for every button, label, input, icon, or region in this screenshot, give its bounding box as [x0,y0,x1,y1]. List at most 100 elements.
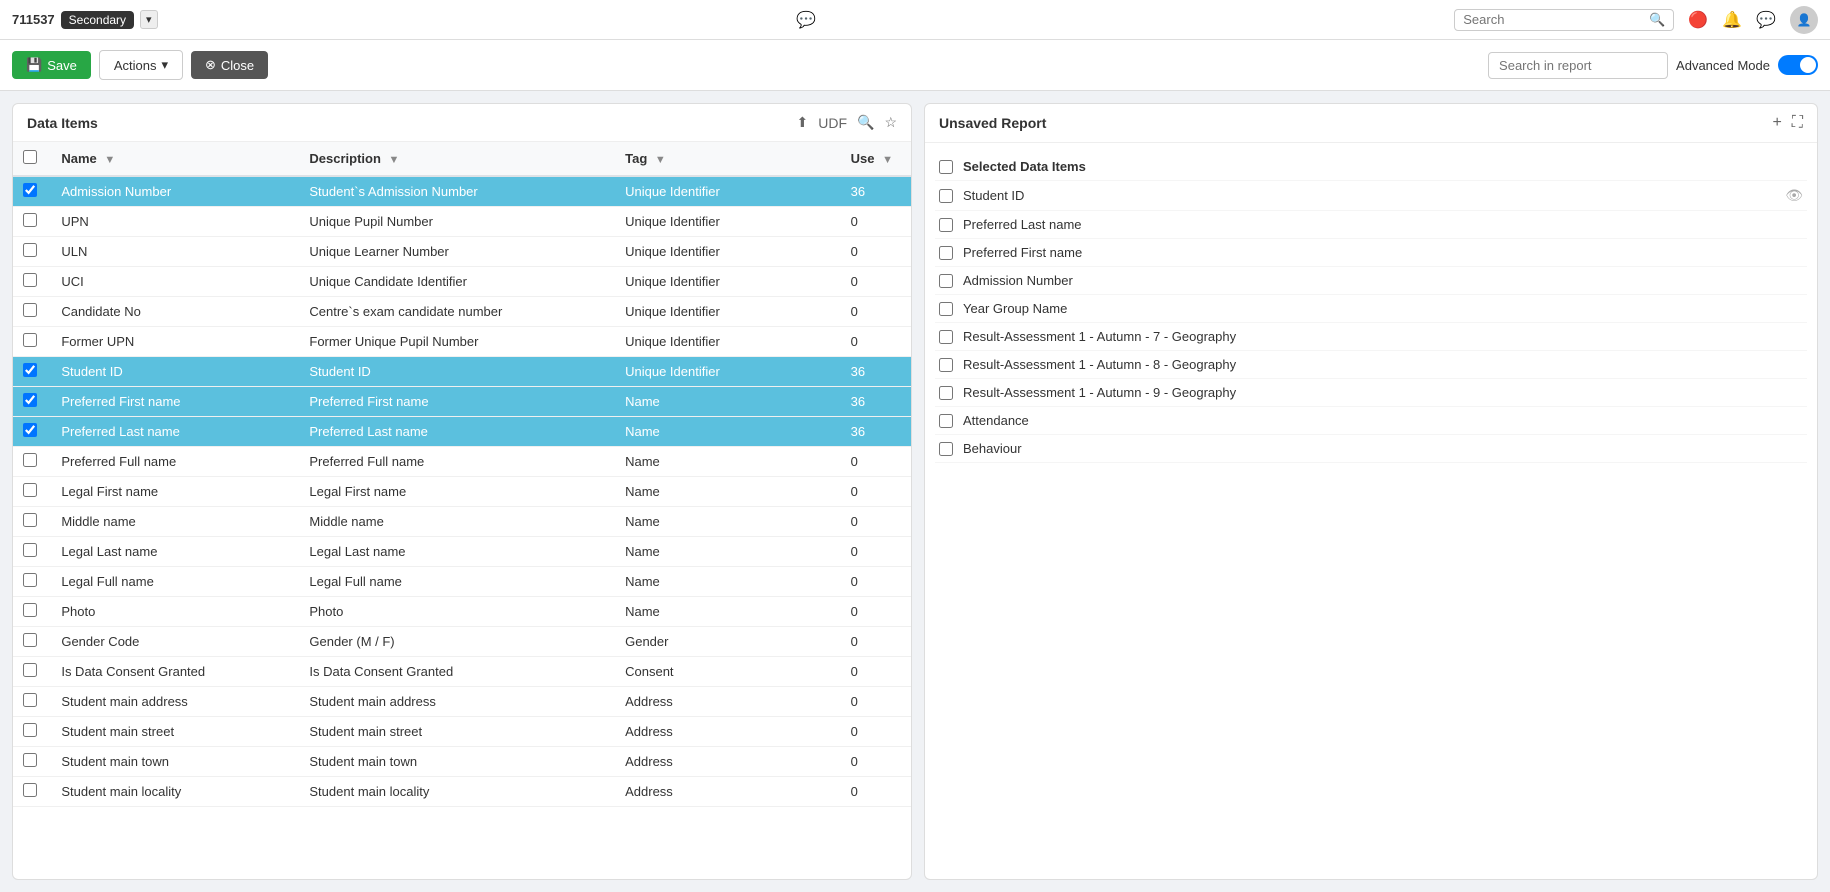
select-all-checkbox[interactable] [23,150,37,164]
row-checkbox[interactable] [23,303,37,317]
row-checkbox[interactable] [23,693,37,707]
tag-filter-icon[interactable]: ▼ [655,154,666,166]
table-cell: Preferred Last name [51,417,299,447]
global-search-input[interactable] [1463,12,1649,27]
row-checkbox[interactable] [23,573,37,587]
selected-item-checkbox[interactable] [939,358,953,372]
table-cell: Former UPN [51,327,299,357]
table-cell: 0 [841,777,911,807]
selected-item-label: Preferred Last name [963,217,1803,232]
row-checkbox[interactable] [23,513,37,527]
table-row: Gender CodeGender (M / F)Gender0 [13,627,911,657]
global-search-bar[interactable]: 🔍 [1454,9,1674,31]
table-cell: Legal Full name [51,567,299,597]
name-filter-icon[interactable]: ▼ [104,154,115,166]
row-checkbox[interactable] [23,453,37,467]
table-row: Student main addressStudent main address… [13,687,911,717]
actions-button[interactable]: Actions ▾ [99,50,183,80]
school-id: 711537 [12,12,55,27]
row-checkbox[interactable] [23,393,37,407]
table-cell: Preferred First name [51,387,299,417]
selected-item-checkbox[interactable] [939,246,953,260]
row-checkbox[interactable] [23,783,37,797]
selected-item-checkbox[interactable] [939,442,953,456]
table-cell: Unique Learner Number [299,237,615,267]
table-cell: 0 [841,267,911,297]
table-cell: Unique Identifier [615,357,841,387]
table-cell: Unique Identifier [615,237,841,267]
search-report-input[interactable] [1488,52,1668,79]
selected-item-checkbox[interactable] [939,414,953,428]
star-icon[interactable]: ☆ [884,114,897,131]
table-cell: Candidate No [51,297,299,327]
search-data-icon[interactable]: 🔍 [857,114,874,131]
table-cell: Student ID [51,357,299,387]
bell-icon[interactable]: 🔔 [1722,10,1742,30]
table-cell: 36 [841,357,911,387]
add-icon[interactable]: + [1772,114,1781,132]
table-cell: Unique Identifier [615,297,841,327]
table-row: Former UPNFormer Unique Pupil NumberUniq… [13,327,911,357]
table-row: PhotoPhotoName0 [13,597,911,627]
table-cell: UCI [51,267,299,297]
row-checkbox[interactable] [23,423,37,437]
selected-item-checkbox[interactable] [939,189,953,203]
selected-item-checkbox[interactable] [939,218,953,232]
table-row: Candidate NoCentre`s exam candidate numb… [13,297,911,327]
table-cell: UPN [51,207,299,237]
message-icon[interactable]: 💬 [796,10,816,30]
row-checkbox[interactable] [23,483,37,497]
save-button[interactable]: 💾 Save [12,51,91,79]
table-cell: Name [615,387,841,417]
share-icon[interactable]: ⬆ [796,114,808,131]
selected-item-checkbox[interactable] [939,274,953,288]
selected-item-checkbox[interactable] [939,386,953,400]
table-cell: Address [615,747,841,777]
table-cell: 0 [841,447,911,477]
col-header-description[interactable]: Description ▼ [299,142,615,176]
row-checkbox[interactable] [23,183,37,197]
selected-item-checkbox[interactable] [939,330,953,344]
row-checkbox[interactable] [23,603,37,617]
table-cell: Student main town [299,747,615,777]
row-checkbox[interactable] [23,543,37,557]
use-filter-icon[interactable]: ▼ [882,154,893,166]
table-cell: Photo [51,597,299,627]
table-cell: Preferred First name [299,387,615,417]
row-checkbox[interactable] [23,333,37,347]
avatar[interactable]: 👤 [1790,6,1818,34]
selected-item-checkbox[interactable] [939,302,953,316]
row-checkbox[interactable] [23,213,37,227]
table-cell: 0 [841,297,911,327]
selected-item-row: Student ID👁 [935,181,1807,211]
selected-item-checkbox[interactable] [939,160,953,174]
row-checkbox[interactable] [23,273,37,287]
expand-icon[interactable]: ⛶ [1792,114,1803,132]
table-cell: Middle name [51,507,299,537]
right-panel-title: Unsaved Report [939,115,1762,131]
search-icon: 🔍 [1649,12,1665,28]
row-checkbox[interactable] [23,243,37,257]
advanced-mode-switch[interactable] [1778,55,1818,75]
table-cell: 0 [841,237,911,267]
row-checkbox[interactable] [23,753,37,767]
row-checkbox[interactable] [23,723,37,737]
close-button[interactable]: ⊗ Close [191,51,268,79]
row-checkbox[interactable] [23,633,37,647]
data-table: Name ▼ Description ▼ Tag ▼ Use [13,142,911,879]
chat-icon[interactable]: 💬 [1756,10,1776,30]
row-checkbox[interactable] [23,363,37,377]
udf-label[interactable]: UDF [818,115,847,131]
col-header-tag[interactable]: Tag ▼ [615,142,841,176]
selected-item-row: Attendance [935,407,1807,435]
desc-filter-icon[interactable]: ▼ [389,154,400,166]
col-header-name[interactable]: Name ▼ [51,142,299,176]
alert-icon[interactable]: 🔴 [1688,10,1708,30]
advanced-mode-label: Advanced Mode [1676,58,1770,73]
col-header-use[interactable]: Use ▼ [841,142,911,176]
table-cell: Name [615,597,841,627]
row-checkbox[interactable] [23,663,37,677]
table-cell: Middle name [299,507,615,537]
hidden-icon[interactable]: 👁 [1785,187,1803,204]
school-dropdown-arrow[interactable]: ▾ [140,10,158,29]
